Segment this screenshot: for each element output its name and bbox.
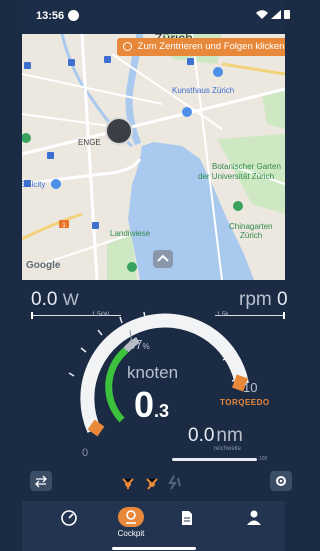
speed-unit: knoten <box>127 363 179 382</box>
gear-icon <box>276 476 286 486</box>
bottom-nav: Cockpit <box>22 501 285 551</box>
map-label-chinagarten-1: Chinagarten <box>229 222 273 231</box>
tooltip-text: Zum Zentrieren und Folgen klicken <box>137 41 285 52</box>
chevron-up-icon <box>157 254 169 262</box>
cockpit-icon <box>118 507 144 527</box>
propeller-alert-icon <box>146 478 158 490</box>
document-icon <box>182 511 192 525</box>
user-position-avatar[interactable] <box>105 117 133 145</box>
expand-map-button[interactable] <box>153 250 173 268</box>
status-indicators <box>120 474 192 490</box>
battery-percent: 67% <box>128 337 150 352</box>
propeller-icon <box>122 478 134 489</box>
torqeedo-logo: TORQEEDO <box>220 398 270 407</box>
status-bar: 13:56 <box>22 0 290 34</box>
status-time: 13:56 <box>36 10 65 22</box>
range-unit: nm <box>216 425 243 446</box>
map-label-botanic-2: der Universität Zürich <box>198 172 275 181</box>
poi-marker-icon <box>182 107 192 117</box>
google-logo: Google <box>26 260 61 271</box>
poi-marker-icon <box>213 67 223 77</box>
locate-icon <box>123 42 132 51</box>
speed-value: 0.3 <box>134 384 169 426</box>
park-marker-icon <box>127 262 137 272</box>
charging-icon <box>168 475 181 490</box>
map-label-landiwiese: Landiwiese <box>110 229 151 238</box>
signal-icon <box>271 10 281 19</box>
cockpit-panel: 0.0 W 1.5kW rpm 0 1.5k 67% knoten 0.3 10… <box>22 280 292 501</box>
range-readout: 0.0 nm <box>188 425 243 447</box>
map-label-sihlcity: Sihlcity <box>22 180 46 189</box>
speedometer-icon <box>61 510 77 526</box>
nav-cockpit[interactable]: Cockpit <box>108 507 154 545</box>
home-indicator <box>112 547 196 550</box>
speed-max: 10 <box>243 380 258 395</box>
speed-int: 0 <box>134 384 155 425</box>
range-bar <box>172 458 257 461</box>
map-label-kunsthaus: Kunsthaus Zürich <box>172 86 235 95</box>
map-label-enge: ENGE <box>78 138 101 147</box>
status-icons <box>254 8 294 23</box>
nav-profile[interactable] <box>234 507 274 545</box>
battery-icon <box>284 10 290 19</box>
swap-arrows-icon <box>35 475 47 488</box>
speed-min: 0 <box>82 447 89 459</box>
range-max: 100 <box>259 456 268 462</box>
poi-marker-icon <box>51 179 61 189</box>
speed-dec: .3 <box>154 401 170 421</box>
range-value: 0.0 <box>188 425 215 446</box>
notification-dot-icon <box>68 10 79 21</box>
map-view[interactable]: 1 Zürich DISTRICT Kunsthaus Zürich ENGE … <box>22 34 285 280</box>
nav-document[interactable] <box>167 507 207 545</box>
swap-button[interactable] <box>30 471 52 491</box>
range-label: reichweite <box>214 446 242 452</box>
person-icon <box>247 510 261 525</box>
nav-cockpit-label: Cockpit <box>117 529 145 538</box>
center-follow-tooltip[interactable]: Zum Zentrieren und Folgen klicken <box>117 38 285 56</box>
map-label-botanic-1: Botanischer Garten <box>212 162 281 171</box>
map-label-chinagarten-2: Zürich <box>240 231 263 240</box>
wifi-icon <box>256 10 268 19</box>
settings-button[interactable] <box>270 471 292 491</box>
park-marker-icon <box>233 201 243 211</box>
nav-speedometer[interactable] <box>49 507 89 545</box>
